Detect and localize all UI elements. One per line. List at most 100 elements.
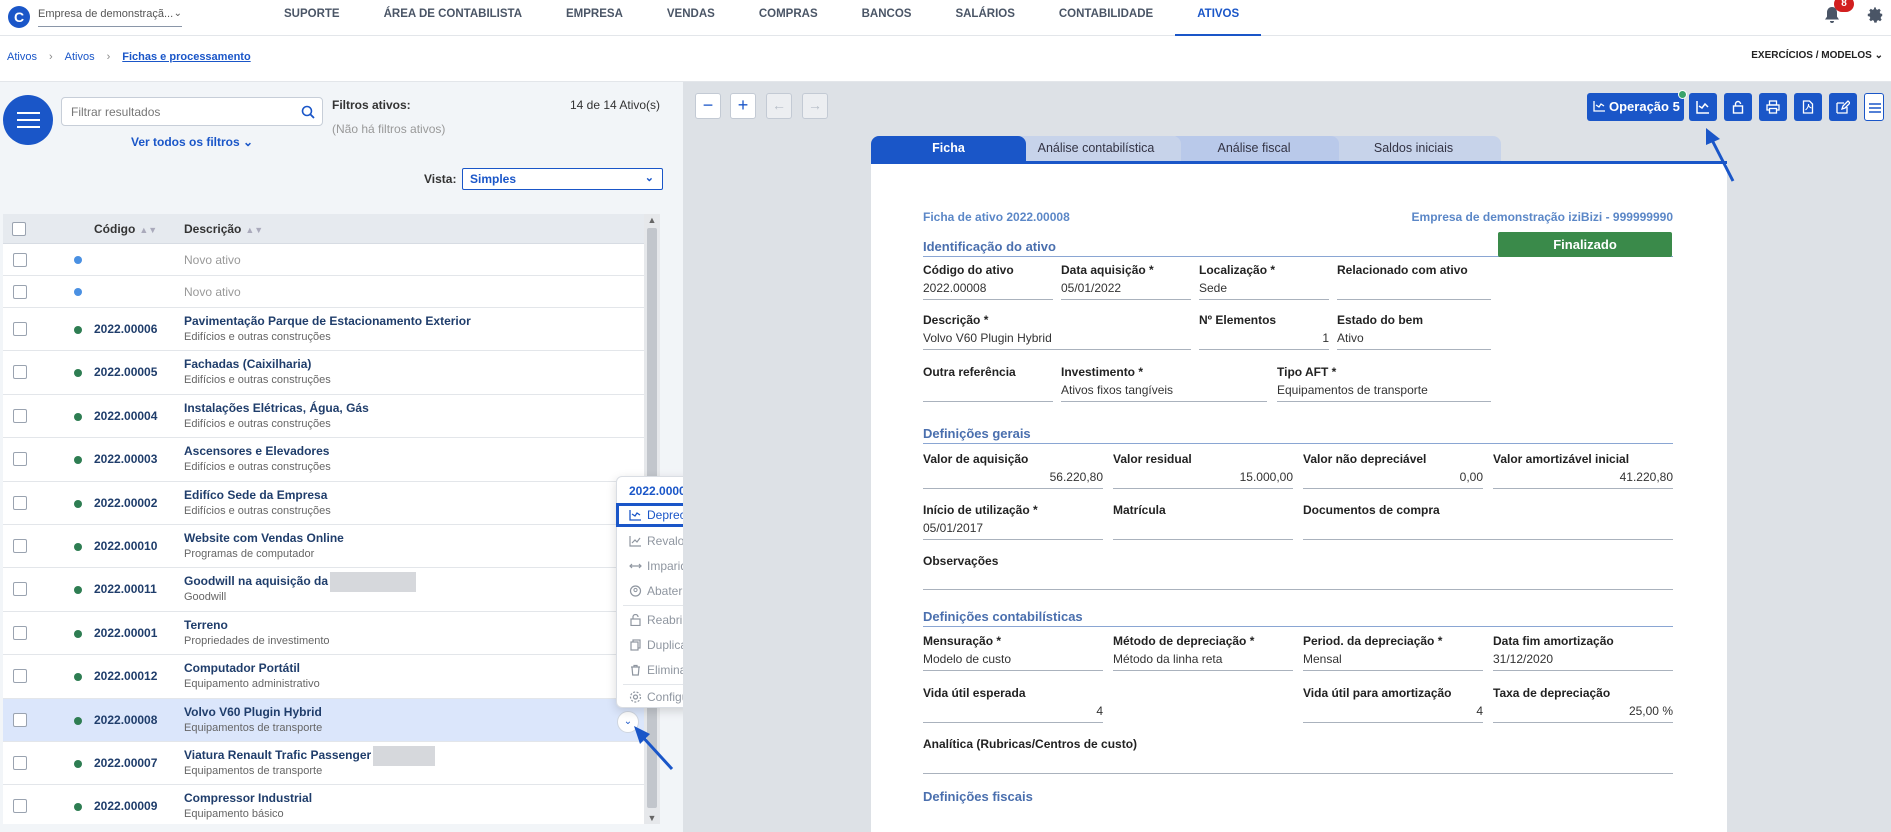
row-checkbox[interactable] [13, 799, 27, 814]
row-checkbox[interactable] [13, 452, 27, 467]
asset-state-field[interactable]: Ativo [1337, 329, 1491, 350]
table-row[interactable]: 2022.00005 Fachadas (Caixilharia) Edifíc… [3, 351, 647, 395]
table-row[interactable]: Novo ativo [3, 276, 647, 308]
expected-useful-life-field[interactable]: 4 [923, 702, 1103, 723]
row-checkbox[interactable] [13, 365, 27, 380]
pdf-button[interactable] [1794, 93, 1822, 121]
field-label: Investimento * [1061, 365, 1144, 379]
breadcrumb-fichas[interactable]: Fichas e processamento [122, 51, 250, 63]
investment-field[interactable]: Ativos fixos tangíveis [1061, 381, 1267, 402]
row-checkbox[interactable] [13, 755, 27, 770]
hamburger-menu-button[interactable] [3, 95, 53, 145]
table-row[interactable]: Novo ativo [3, 244, 647, 276]
see-all-filters-link[interactable]: Ver todos os filtros ⌄ [131, 135, 253, 149]
row-checkbox[interactable] [13, 669, 27, 684]
tab-analise-fiscal[interactable]: Análise fiscal [1169, 136, 1339, 161]
nav-contabilidade[interactable]: CONTABILIDADE [1037, 0, 1175, 36]
scroll-up-arrow[interactable]: ▲ [644, 215, 660, 225]
row-actions-chevron-button[interactable]: ⌄ [617, 710, 639, 733]
nav-salarios[interactable]: SALÁRIOS [933, 0, 1036, 36]
row-checkbox[interactable] [13, 322, 27, 336]
lock-button[interactable] [1724, 93, 1752, 121]
amortization-end-date-field[interactable]: 31/12/2020 [1493, 650, 1673, 671]
tab-analise-contabilistica[interactable]: Análise contabilística [1011, 136, 1181, 161]
print-button[interactable] [1759, 93, 1787, 121]
table-row[interactable]: 2022.00012 Computador Portátil Equipamen… [3, 655, 647, 699]
nav-compras[interactable]: COMPRAS [737, 0, 840, 36]
table-row[interactable]: 2022.00001 Terreno Propriedades de inves… [3, 611, 647, 656]
analytics-field[interactable] [923, 753, 1673, 774]
table-row[interactable]: 2022.00009 Compressor Industrial Equipam… [3, 785, 647, 824]
tab-ficha[interactable]: Ficha [871, 136, 1026, 161]
observations-field[interactable] [923, 569, 1673, 590]
nav-empresa[interactable]: EMPRESA [544, 0, 645, 36]
other-reference-field[interactable] [923, 381, 1053, 402]
location-field[interactable]: Sede [1199, 279, 1329, 300]
row-checkbox[interactable] [13, 408, 27, 423]
gear-icon[interactable] [1866, 5, 1884, 25]
more-menu-button[interactable] [1864, 93, 1884, 121]
search-icon[interactable] [300, 104, 316, 120]
view-select[interactable]: Simples ⌄ [462, 168, 663, 190]
nav-area-contabilista[interactable]: ÁREA DE CONTABILISTA [362, 0, 544, 36]
row-checkbox[interactable] [13, 253, 27, 267]
row-checkbox[interactable] [13, 625, 27, 640]
description-field[interactable]: Volvo V60 Plugin Hybrid [923, 329, 1191, 350]
row-checkbox[interactable] [13, 538, 27, 553]
depreciation-rate-field[interactable]: 25,00 % [1493, 702, 1673, 723]
amortizable-value-field[interactable]: 41.220,80 [1493, 468, 1673, 489]
column-header-code[interactable]: Código ▲▼ [94, 222, 157, 236]
row-checkbox[interactable] [13, 712, 27, 727]
license-plate-field[interactable] [1113, 519, 1293, 540]
row-checkbox[interactable] [13, 285, 27, 299]
app-logo[interactable]: C [8, 6, 30, 28]
nav-suporte[interactable]: SUPORTE [262, 0, 362, 36]
elements-count-field[interactable]: 1 [1199, 329, 1329, 350]
row-checkbox[interactable] [13, 495, 27, 510]
purchase-documents-field[interactable] [1303, 519, 1673, 540]
related-asset-field[interactable] [1337, 279, 1491, 300]
breadcrumb-ativos-root[interactable]: Ativos [7, 51, 37, 63]
nav-ativos[interactable]: ATIVOS [1175, 0, 1262, 36]
zoom-out-button[interactable]: − [695, 93, 721, 119]
scroll-down-arrow[interactable]: ▼ [644, 813, 660, 823]
table-row[interactable]: 2022.00002 Edifíco Sede da Empresa Edifí… [3, 481, 647, 525]
depreciation-period-field[interactable]: Mensal [1303, 650, 1483, 671]
row-checkbox[interactable] [13, 582, 27, 597]
start-of-use-field[interactable]: 05/01/2017 [923, 519, 1103, 540]
status-finalizado-badge[interactable]: Finalizado [1498, 232, 1672, 257]
depreciation-method-field[interactable]: Método da linha reta [1113, 650, 1293, 671]
nav-vendas[interactable]: VENDAS [645, 0, 737, 36]
column-header-description[interactable]: Descrição ▲▼ [184, 222, 263, 236]
chart-icon [1696, 101, 1709, 114]
next-button[interactable]: → [802, 93, 828, 119]
amortization-useful-life-field[interactable]: 4 [1303, 702, 1483, 723]
non-depreciable-value-field[interactable]: 0,00 [1303, 468, 1483, 489]
measurement-field[interactable]: Modelo de custo [923, 650, 1103, 671]
acquisition-date-field[interactable]: 05/01/2022 [1061, 279, 1191, 300]
operation-button[interactable]: Operação 5 [1587, 93, 1684, 121]
previous-button[interactable]: ← [766, 93, 792, 119]
select-all-checkbox[interactable] [12, 222, 26, 236]
table-row[interactable]: 2022.00007 Viatura Renault Trafic Passen… [3, 741, 647, 786]
breadcrumb-ativos[interactable]: Ativos [65, 51, 95, 63]
table-row[interactable]: 2022.00010 Website com Vendas Online Pro… [3, 524, 647, 569]
zoom-in-button[interactable]: + [730, 93, 756, 119]
edit-button[interactable] [1829, 93, 1857, 121]
table-row[interactable]: 2022.00004 Instalações Elétricas, Água, … [3, 394, 647, 439]
table-row[interactable]: 2022.00011 Goodwill na aquisição da Good… [3, 568, 647, 612]
depreciation-chart-button[interactable] [1689, 93, 1717, 121]
field-label: Outra referência [923, 365, 1016, 379]
company-select[interactable]: Empresa de demonstraçã... ⌄ [38, 7, 182, 27]
search-input[interactable]: Filtrar resultados [61, 97, 323, 126]
table-row[interactable]: 2022.00003 Ascensores e Elevadores Edifí… [3, 438, 647, 482]
acquisition-value-field[interactable]: 56.220,80 [923, 468, 1103, 489]
exercicios-modelos-menu[interactable]: EXERCÍCIOS / MODELOS ⌄ [1751, 50, 1883, 61]
tab-saldos-iniciais[interactable]: Saldos iniciais [1326, 136, 1501, 161]
aft-type-field[interactable]: Equipamentos de transporte [1277, 381, 1491, 402]
nav-bancos[interactable]: BANCOS [840, 0, 934, 36]
table-row[interactable]: 2022.00006 Pavimentação Parque de Estaci… [3, 308, 647, 352]
asset-code-field[interactable]: 2022.00008 [923, 279, 1053, 300]
table-row-selected[interactable]: 2022.00008 Volvo V60 Plugin Hybrid Equip… [3, 698, 647, 742]
residual-value-field[interactable]: 15.000,00 [1113, 468, 1293, 489]
